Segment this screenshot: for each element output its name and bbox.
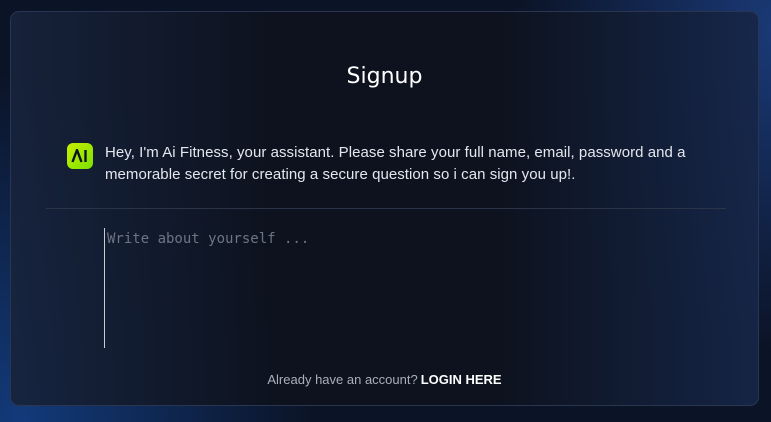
login-prompt: Already have an account?	[267, 372, 418, 387]
signup-card: Signup Hey, I'm Ai Fitness, your assista…	[10, 11, 759, 406]
ai-fitness-logo-icon	[67, 143, 93, 169]
about-yourself-input[interactable]	[104, 228, 704, 348]
login-footer: Already have an account? LOGIN HERE	[11, 372, 758, 387]
assistant-message: Hey, I'm Ai Fitness, your assistant. Ple…	[67, 142, 727, 186]
divider	[46, 208, 726, 209]
page-title: Signup	[346, 64, 423, 89]
page: Signup Hey, I'm Ai Fitness, your assista…	[0, 0, 771, 422]
login-link[interactable]: LOGIN HERE	[421, 372, 502, 387]
assistant-message-text: Hey, I'm Ai Fitness, your assistant. Ple…	[105, 144, 686, 183]
ai-logo-glyph	[71, 149, 87, 163]
